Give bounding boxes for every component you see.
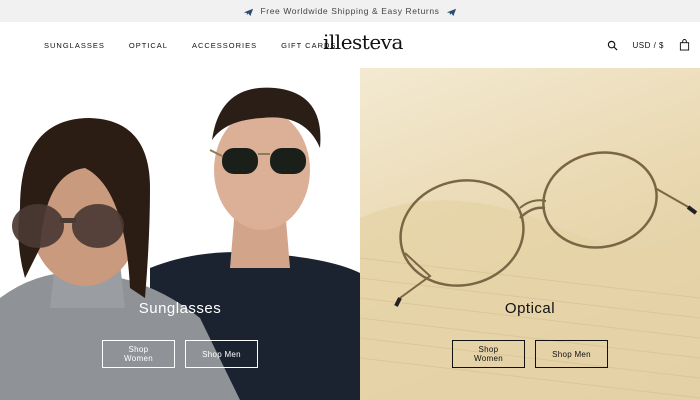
- shop-women-optical-button[interactable]: Shop Women: [452, 340, 525, 368]
- airplane-icon: [244, 8, 254, 16]
- main-nav: SUNGLASSES OPTICAL ACCESSORIES GIFT CARD…: [44, 22, 336, 68]
- brand-logo[interactable]: illesteva: [323, 30, 403, 54]
- shop-men-sunglasses-button[interactable]: Shop Men: [185, 340, 258, 368]
- search-icon[interactable]: [606, 39, 618, 51]
- optical-panel[interactable]: Optical Shop Women Shop Men: [360, 68, 700, 400]
- shopping-bag-icon[interactable]: [678, 39, 690, 51]
- nav-item-accessories[interactable]: ACCESSORIES: [192, 41, 257, 50]
- airplane-icon: [446, 8, 456, 16]
- header-utilities: USD / $: [606, 22, 690, 68]
- shop-men-optical-button[interactable]: Shop Men: [535, 340, 608, 368]
- optical-cta-row: Shop Women Shop Men: [360, 340, 700, 368]
- promo-bar: Free Worldwide Shipping & Easy Returns: [0, 0, 700, 22]
- nav-item-optical[interactable]: OPTICAL: [129, 41, 168, 50]
- optical-title: Optical: [504, 300, 556, 317]
- nav-item-sunglasses[interactable]: SUNGLASSES: [44, 41, 105, 50]
- shop-women-sunglasses-button[interactable]: Shop Women: [102, 340, 175, 368]
- sunglasses-panel[interactable]: Sunglasses Shop Women Shop Men: [0, 68, 360, 400]
- site-header: SUNGLASSES OPTICAL ACCESSORIES GIFT CARD…: [0, 22, 700, 68]
- sunglasses-cta-row: Shop Women Shop Men: [0, 340, 360, 368]
- sunglasses-title: Sunglasses: [138, 300, 222, 317]
- promo-text: Free Worldwide Shipping & Easy Returns: [260, 6, 440, 16]
- currency-selector[interactable]: USD / $: [632, 41, 664, 50]
